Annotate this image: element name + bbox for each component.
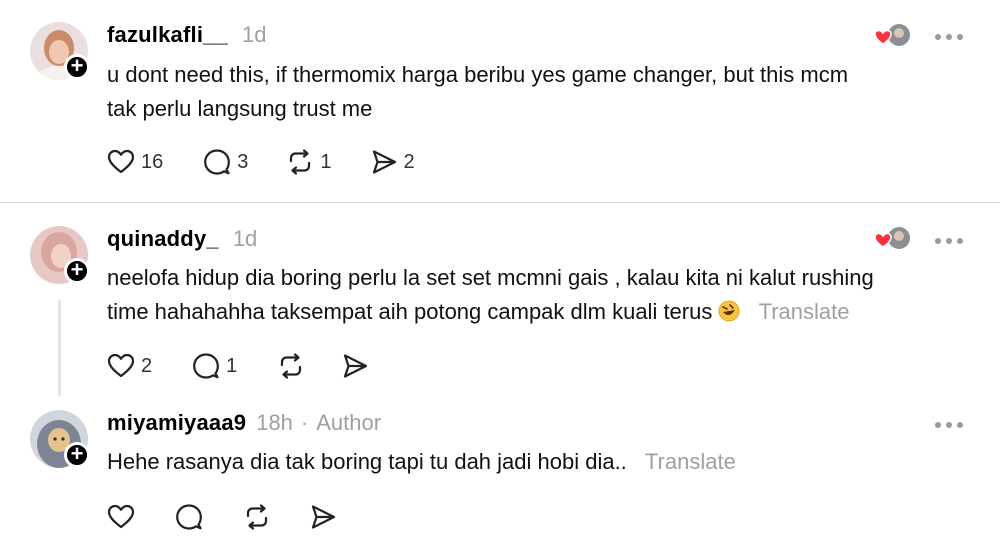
more-dots-icon[interactable] bbox=[935, 30, 967, 44]
post-header: quinaddy_ 1d bbox=[107, 226, 257, 256]
post-text-line: u dont need this, if thermomix harga ber… bbox=[107, 62, 849, 87]
post-header: fazulkafli__ 1d bbox=[107, 22, 267, 52]
post-header: miyamiyaaa9 18h · Author bbox=[107, 410, 381, 440]
red-heart-avatar-icon[interactable] bbox=[873, 21, 913, 53]
speech-bubble-icon bbox=[192, 352, 220, 380]
separator-dot: · bbox=[300, 410, 309, 435]
follow-plus-icon[interactable]: + bbox=[64, 258, 90, 284]
action-bar: 2 1 bbox=[107, 350, 369, 382]
heart-outline-icon bbox=[107, 148, 135, 176]
red-heart-avatar-icon[interactable] bbox=[873, 224, 913, 256]
like-count: 2 bbox=[141, 354, 153, 377]
reply-button[interactable]: 3 bbox=[203, 148, 248, 176]
timestamp: 1d bbox=[232, 226, 258, 251]
share-button[interactable] bbox=[309, 503, 337, 531]
repost-button[interactable]: 1 bbox=[286, 148, 332, 176]
timestamp: 18h bbox=[256, 410, 293, 435]
share-button[interactable] bbox=[341, 352, 369, 380]
send-icon bbox=[341, 352, 369, 380]
reply-count: 3 bbox=[237, 150, 249, 173]
reply-button[interactable]: 1 bbox=[192, 352, 237, 380]
speech-bubble-icon bbox=[203, 148, 231, 176]
post-text: Hehe rasanya dia tak boring tapi tu dah … bbox=[107, 445, 987, 479]
more-dots-icon[interactable] bbox=[935, 418, 967, 432]
avatar[interactable]: + bbox=[30, 226, 90, 284]
reply-button[interactable] bbox=[175, 503, 203, 531]
like-button[interactable] bbox=[107, 503, 135, 531]
repost-button[interactable] bbox=[277, 352, 305, 380]
username[interactable]: miyamiyaaa9 bbox=[107, 410, 246, 436]
post-text: u dont need this, if thermomix harga ber… bbox=[107, 58, 987, 126]
repost-icon bbox=[286, 148, 314, 176]
timestamp: 1d bbox=[242, 22, 267, 47]
follow-plus-icon[interactable]: + bbox=[64, 442, 90, 468]
post-text-line: neelofa hidup dia boring perlu la set se… bbox=[107, 265, 874, 290]
action-bar bbox=[107, 501, 337, 533]
share-button[interactable]: 2 bbox=[370, 148, 415, 176]
post-text-line: tak perlu langsung trust me bbox=[107, 96, 373, 121]
heart-outline-icon bbox=[107, 352, 135, 380]
rofl-emoji-icon bbox=[718, 298, 740, 332]
avatar[interactable]: + bbox=[30, 410, 90, 468]
action-bar: 16 3 1 2 bbox=[107, 146, 415, 178]
repost-button[interactable] bbox=[243, 503, 271, 531]
send-icon bbox=[309, 503, 337, 531]
avatar[interactable]: + bbox=[30, 22, 90, 80]
send-icon bbox=[370, 148, 398, 176]
like-count: 16 bbox=[141, 150, 164, 173]
thread-line bbox=[58, 300, 61, 396]
speech-bubble-icon bbox=[175, 503, 203, 531]
translate-link[interactable]: Translate bbox=[645, 449, 736, 474]
author-tag: Author bbox=[316, 410, 382, 435]
username[interactable]: fazulkafli__ bbox=[107, 22, 228, 48]
reply-count: 1 bbox=[226, 354, 238, 377]
post-text-line: Hehe rasanya dia tak boring tapi tu dah … bbox=[107, 449, 627, 474]
divider bbox=[0, 202, 1000, 203]
username[interactable]: quinaddy_ bbox=[107, 226, 219, 252]
follow-plus-icon[interactable]: + bbox=[64, 54, 90, 80]
heart-outline-icon bbox=[107, 503, 135, 531]
repost-count: 1 bbox=[320, 150, 332, 173]
more-dots-icon[interactable] bbox=[935, 234, 967, 248]
translate-link[interactable]: Translate bbox=[759, 299, 850, 324]
post-text-line: time hahahahha taksempat aih potong camp… bbox=[107, 299, 713, 324]
like-button[interactable]: 2 bbox=[107, 352, 152, 380]
post-text-line-2: time hahahahha taksempat aih potong camp… bbox=[107, 295, 987, 332]
post-text: neelofa hidup dia boring perlu la set se… bbox=[107, 261, 987, 332]
share-count: 2 bbox=[403, 150, 415, 173]
repost-icon bbox=[277, 352, 305, 380]
repost-icon bbox=[243, 503, 271, 531]
like-button[interactable]: 16 bbox=[107, 148, 163, 176]
